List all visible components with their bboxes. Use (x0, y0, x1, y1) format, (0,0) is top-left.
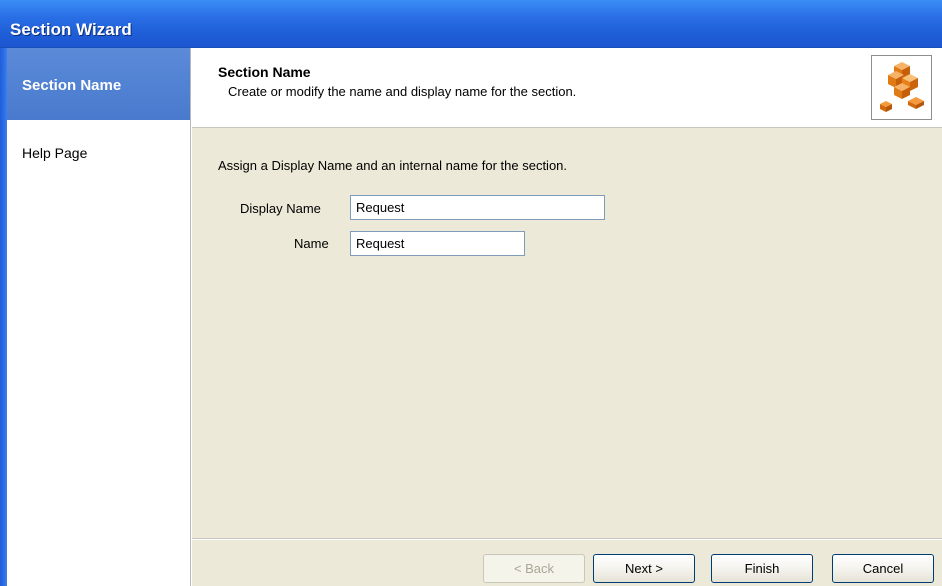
header-title: Section Name (218, 64, 311, 80)
header-subtitle: Create or modify the name and display na… (228, 84, 577, 99)
sidebar-item-section-name[interactable]: Section Name (7, 48, 190, 120)
sidebar-item-help-page[interactable]: Help Page (7, 145, 190, 161)
footer-divider (192, 539, 942, 540)
cancel-button[interactable]: Cancel (832, 554, 934, 583)
wizard-footer: < Back Next > Finish Cancel (192, 538, 942, 586)
next-button[interactable]: Next > (593, 554, 695, 583)
header-logo (871, 55, 932, 120)
name-label: Name (294, 236, 329, 251)
back-button[interactable]: < Back (483, 554, 585, 583)
wizard-sidebar: Section Name Help Page (7, 48, 191, 586)
form-instruction: Assign a Display Name and an internal na… (218, 158, 568, 173)
wizard-content: Assign a Display Name and an internal na… (192, 128, 942, 538)
title-bar[interactable]: Section Wizard (0, 0, 942, 48)
finish-button[interactable]: Finish (711, 554, 813, 583)
display-name-input[interactable] (350, 195, 605, 220)
window-title: Section Wizard (10, 20, 132, 39)
name-input[interactable] (350, 231, 525, 256)
wizard-header: Section Name Create or modify the name a… (192, 48, 942, 128)
display-name-label: Display Name (240, 201, 321, 216)
stacked-blocks-icon (880, 62, 924, 112)
window-left-border (0, 48, 7, 586)
